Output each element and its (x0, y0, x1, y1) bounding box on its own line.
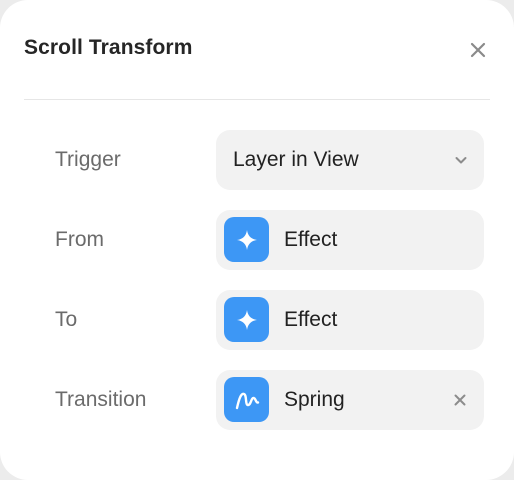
to-row: To Effect (0, 290, 514, 350)
trigger-row: Trigger Layer in View (0, 130, 514, 190)
chevron-down-icon (454, 153, 468, 167)
to-label: To (55, 308, 78, 331)
close-button[interactable] (466, 38, 490, 62)
sparkle-icon (224, 217, 269, 262)
from-value: Effect (284, 228, 338, 251)
to-value: Effect (284, 308, 338, 331)
transition-row: Transition Spring (0, 370, 514, 430)
panel-header: Scroll Transform (24, 0, 490, 100)
transition-picker[interactable]: Spring (216, 370, 484, 430)
scroll-transform-panel: Scroll Transform Trigger Layer in View F… (0, 0, 514, 480)
spring-curve-icon (224, 377, 269, 422)
from-label: From (55, 228, 104, 251)
transition-value: Spring (284, 388, 345, 411)
to-effect-picker[interactable]: Effect (216, 290, 484, 350)
close-icon (470, 42, 486, 58)
trigger-value: Layer in View (233, 148, 359, 171)
transition-label: Transition (55, 388, 147, 411)
sparkle-icon (224, 297, 269, 342)
close-icon (454, 394, 466, 406)
trigger-label: Trigger (55, 148, 121, 171)
from-effect-picker[interactable]: Effect (216, 210, 484, 270)
panel-title: Scroll Transform (24, 36, 193, 59)
from-row: From Effect (0, 210, 514, 270)
clear-transition-button[interactable] (452, 392, 468, 408)
trigger-select[interactable]: Layer in View (216, 130, 484, 190)
